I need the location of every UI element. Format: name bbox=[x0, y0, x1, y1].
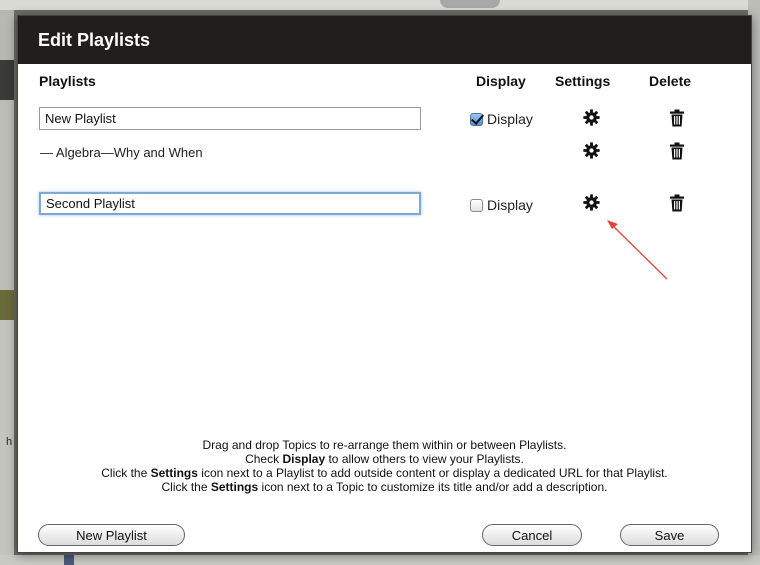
cancel-button[interactable]: Cancel bbox=[482, 524, 582, 546]
background-tab bbox=[440, 0, 500, 8]
new-playlist-button[interactable]: New Playlist bbox=[38, 524, 185, 546]
background-mark bbox=[64, 555, 74, 565]
save-button[interactable]: Save bbox=[620, 524, 719, 546]
annotation-arrow bbox=[607, 220, 668, 280]
background-page-bottom bbox=[0, 555, 760, 565]
background-strip bbox=[0, 60, 14, 100]
instruction-line: Click the Settings icon next to a Topic … bbox=[161, 480, 608, 494]
background-glyph: h bbox=[6, 436, 13, 448]
background-strip bbox=[0, 10, 14, 60]
instruction-line: Check Display to allow others to view yo… bbox=[245, 452, 524, 466]
background-strip bbox=[0, 290, 14, 320]
background-strip bbox=[0, 100, 14, 290]
instruction-line: Drag and drop Topics to re-arrange them … bbox=[202, 438, 567, 452]
instructions: Drag and drop Topics to re-arrange them … bbox=[18, 438, 751, 494]
edit-playlists-dialog: Edit Playlists Playlists Display Setting… bbox=[17, 15, 752, 553]
instruction-line: Click the Settings icon next to a Playli… bbox=[101, 466, 668, 480]
background-page-top bbox=[0, 0, 760, 10]
